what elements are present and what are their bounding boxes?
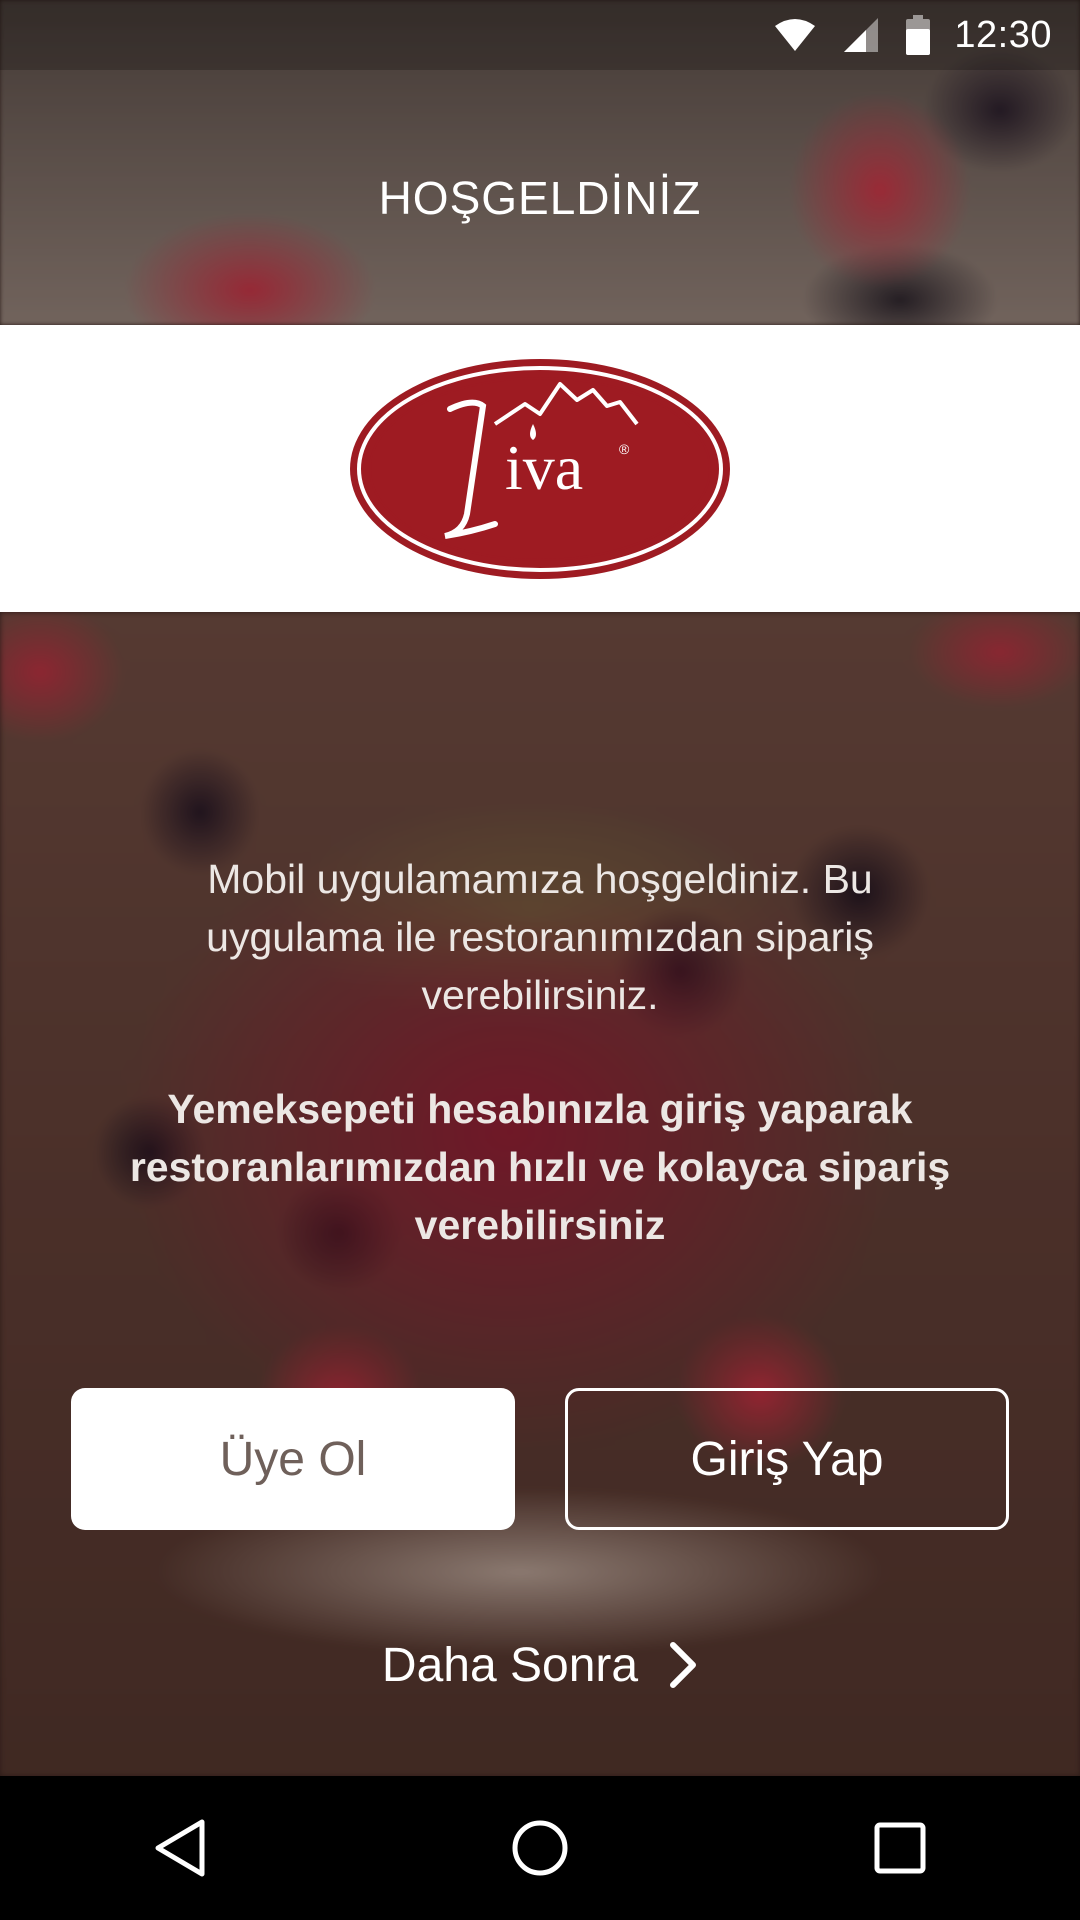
- chevron-right-icon: [668, 1641, 698, 1689]
- recents-button[interactable]: [830, 1788, 970, 1908]
- cellular-signal-icon: [842, 17, 880, 53]
- signup-button-label: Üye Ol: [219, 1432, 367, 1486]
- svg-text:iva: iva: [505, 432, 583, 503]
- page-title: HOŞGELDİNİZ: [378, 171, 702, 224]
- status-bar: 12:30: [0, 0, 1080, 70]
- yemeksepeti-info: Yemeksepeti hesabınızla giriş yaparak re…: [129, 1086, 951, 1248]
- battery-icon: [906, 15, 931, 55]
- home-icon: [512, 1820, 568, 1876]
- login-button[interactable]: Giriş Yap: [565, 1388, 1009, 1530]
- recents-icon: [874, 1822, 926, 1874]
- status-time: 12:30: [954, 13, 1052, 56]
- logo-band: iva ®: [0, 325, 1080, 612]
- brand-logo: iva ®: [350, 358, 730, 579]
- intro-paragraph: Mobil uygulamamıza hoşgeldiniz. Bu uygul…: [206, 856, 874, 1018]
- signup-button[interactable]: Üye Ol: [71, 1388, 515, 1530]
- svg-text:®: ®: [619, 441, 630, 457]
- back-icon: [155, 1819, 205, 1877]
- later-link-label: Daha Sonra: [381, 1638, 639, 1692]
- welcome-screen: 12:30 HOŞGELDİNİZ iva ® Mobil uygulamamı…: [0, 0, 1080, 1920]
- later-link[interactable]: Daha Sonra: [0, 1620, 1080, 1710]
- login-button-label: Giriş Yap: [690, 1432, 884, 1486]
- wifi-icon: [774, 18, 816, 52]
- system-nav-bar: [0, 1776, 1080, 1920]
- back-button[interactable]: [110, 1788, 250, 1908]
- intro-text: Mobil uygulamamıza hoşgeldiniz. Bu uygul…: [60, 850, 1020, 1254]
- home-button[interactable]: [470, 1788, 610, 1908]
